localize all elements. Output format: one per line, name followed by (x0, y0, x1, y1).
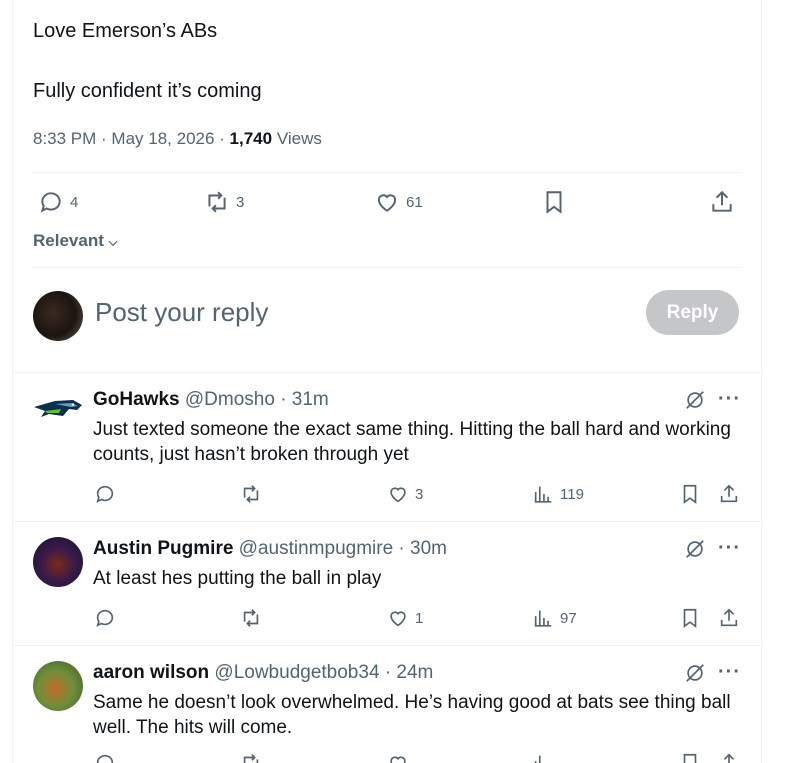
like-icon (390, 611, 406, 627)
comment-share-button[interactable] (718, 752, 740, 763)
repost-icon (243, 485, 259, 503)
views-icon (534, 610, 552, 627)
comment-views-count: 97 (560, 609, 577, 627)
comment-handle-time[interactable]: @Dmosho · 31m (180, 389, 329, 410)
user-avatar[interactable] (33, 291, 83, 341)
comment-bookmark-button[interactable] (679, 483, 701, 505)
grok-icon (686, 540, 704, 558)
grok-button[interactable] (684, 538, 706, 565)
like-icon (390, 487, 406, 503)
comment-handle-time[interactable]: @austinmpugmire · 30m (233, 538, 447, 559)
sort-replies-dropdown[interactable]: Relevant (33, 231, 120, 251)
bookmark-icon (683, 608, 697, 628)
post-text-line-2: Fully confident it’s coming (33, 80, 262, 102)
grok-button[interactable] (684, 389, 706, 416)
comment-repost-button[interactable] (240, 483, 262, 505)
reply-submit-button[interactable]: Reply (646, 290, 739, 335)
divider (12, 372, 762, 373)
comment-views-button[interactable]: 97 (532, 607, 577, 629)
reply-input[interactable]: Post your reply (95, 297, 268, 328)
repost-icon (208, 191, 226, 213)
more-icon[interactable]: ··· (718, 388, 741, 411)
more-icon[interactable]: ··· (718, 537, 741, 560)
comment-repost-button[interactable] (240, 607, 262, 629)
chevron-down-icon (108, 240, 118, 246)
views-icon (534, 755, 545, 763)
comment-author-name[interactable]: GoHawks (93, 389, 180, 410)
comment-text: At least hes putting the ball in play (93, 568, 382, 589)
comment-reply-button[interactable] (94, 483, 116, 505)
grok-button[interactable] (684, 662, 706, 689)
avatar[interactable] (33, 537, 83, 587)
post-text-line-1: Love Emerson’s ABs (33, 20, 218, 42)
post-timestamp[interactable]: 8:33 PM · May 18, 2026 · (33, 129, 230, 148)
post-views-label: Views (272, 129, 322, 148)
comment-like-count: 1 (415, 609, 424, 627)
comment-like-button[interactable] (387, 752, 409, 763)
grok-icon (686, 664, 704, 682)
comment-views-count: 119 (560, 485, 584, 503)
sort-label: Relevant (33, 231, 104, 250)
comment-share-button[interactable] (718, 483, 740, 505)
like-icon (390, 756, 406, 763)
divider (12, 521, 762, 522)
comment-text: Same he doesn’t look overwhelmed. He’s h… (93, 692, 731, 738)
repost-icon (243, 609, 259, 627)
divider (33, 267, 741, 268)
repost-icon (243, 754, 259, 763)
share-icon (720, 484, 738, 503)
reply-icon (40, 192, 61, 213)
timeline-column (12, 0, 762, 763)
share-icon (720, 608, 738, 627)
more-icon[interactable]: ··· (718, 661, 741, 684)
grok-icon (686, 391, 704, 409)
comment-bookmark-button[interactable] (679, 607, 701, 629)
comment-reply-button[interactable] (94, 752, 116, 763)
comment-handle-time[interactable]: @Lowbudgetbob34 · 24m (209, 662, 433, 683)
like-button[interactable]: 61 (374, 189, 423, 215)
repost-button[interactable]: 3 (204, 189, 244, 215)
divider (12, 645, 762, 646)
reply-count: 4 (70, 193, 79, 211)
like-icon (377, 194, 397, 212)
post-meta: 8:33 PM · May 18, 2026 · 1,740 Views (33, 129, 322, 149)
avatar[interactable] (33, 397, 83, 421)
bookmark-icon (683, 753, 697, 763)
share-icon (712, 190, 732, 212)
repost-count: 3 (236, 193, 245, 211)
comment-like-count: 3 (415, 485, 424, 503)
reply-icon (96, 485, 114, 503)
comment-author-name[interactable]: Austin Pugmire (93, 538, 233, 559)
comment-bookmark-button[interactable] (679, 752, 701, 763)
comment-header: GoHawks @Dmosho · 31m (93, 389, 329, 411)
comment-repost-button[interactable] (240, 752, 262, 763)
bookmark-icon (546, 191, 562, 214)
comment-like-button[interactable]: 1 (387, 607, 423, 629)
avatar[interactable] (33, 661, 83, 711)
comment-header: aaron wilson @Lowbudgetbob34 · 24m (93, 662, 433, 684)
comment-like-button[interactable]: 3 (387, 483, 423, 505)
comment-views-button[interactable] (532, 752, 554, 763)
share-button[interactable] (709, 189, 735, 215)
bookmark-icon (683, 484, 697, 504)
bookmark-button[interactable] (541, 189, 567, 215)
comment-header: Austin Pugmire @austinmpugmire · 30m (93, 538, 447, 560)
reply-icon (96, 609, 114, 627)
reply-button[interactable]: 4 (38, 189, 78, 215)
reply-icon (96, 754, 114, 763)
share-icon (723, 753, 735, 763)
views-icon (534, 486, 552, 503)
comment-views-button[interactable]: 119 (532, 483, 584, 505)
seahawks-logo-icon (34, 400, 82, 417)
comment-text: Just texted someone the exact same thing… (93, 419, 731, 465)
post-views-count: 1,740 (229, 129, 273, 148)
comment-reply-button[interactable] (94, 607, 116, 629)
comment-author-name[interactable]: aaron wilson (93, 662, 209, 683)
comment-share-button[interactable] (718, 607, 740, 629)
like-count: 61 (406, 193, 423, 211)
divider (33, 172, 741, 173)
